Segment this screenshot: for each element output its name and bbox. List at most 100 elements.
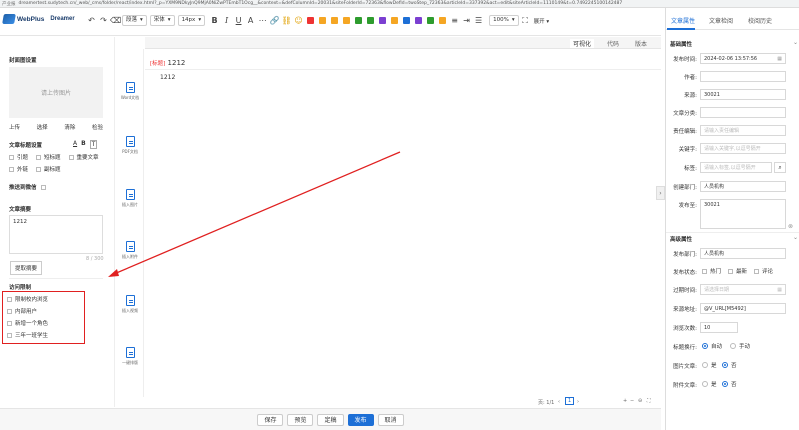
attach-yes[interactable]: 是 xyxy=(702,380,717,388)
radio[interactable] xyxy=(730,343,736,349)
chevron-right-icon[interactable]: › xyxy=(577,399,579,405)
publish-to-input[interactable]: 30021 xyxy=(700,199,786,229)
search-button[interactable]: ⌕ xyxy=(774,162,786,173)
dept-input[interactable]: 人员机构 xyxy=(700,181,786,192)
zoom-minus-icon[interactable]: − xyxy=(630,398,634,404)
emoji-icon[interactable]: ☺ xyxy=(293,16,304,25)
cover-upload-button[interactable]: 上传 xyxy=(9,123,20,131)
option-lead-title[interactable]: 引题 xyxy=(9,153,28,161)
pdf-doc-tool[interactable]: PDF文档 xyxy=(116,136,144,155)
font-color-icon[interactable]: A xyxy=(73,140,77,149)
unlink-icon[interactable]: ⛓ xyxy=(281,16,292,25)
cover-upload-area[interactable]: 请上传图片 xyxy=(9,67,103,118)
checkbox[interactable] xyxy=(36,166,42,172)
option-short-title[interactable]: 短标题 xyxy=(36,153,61,161)
category-input[interactable] xyxy=(700,107,786,118)
fullscreen-icon[interactable]: ⛶ xyxy=(520,16,531,26)
auto-layout-tool[interactable]: 一键排版 xyxy=(116,347,144,366)
table-icon[interactable] xyxy=(355,17,363,24)
tab-article-properties[interactable]: 文章属性 xyxy=(671,16,695,25)
pub-dept-input[interactable]: 人员机构 xyxy=(700,248,786,259)
underline-icon[interactable]: U xyxy=(233,16,244,25)
italic-icon[interactable]: I xyxy=(221,16,232,25)
indent-icon[interactable]: ⇥ xyxy=(461,16,472,25)
word-doc-tool[interactable]: Word文档 xyxy=(116,82,144,101)
status-comment[interactable]: 评论 xyxy=(754,267,773,275)
insert-image-tool[interactable]: 插入图片 xyxy=(116,189,144,208)
chart-icon[interactable] xyxy=(403,17,411,24)
keywords-input[interactable]: 请输入关键字,以逗号隔开 xyxy=(700,143,786,154)
insert-attachment-tool[interactable]: 插入附件 xyxy=(116,241,144,260)
push-wechat-checkbox[interactable] xyxy=(40,184,46,190)
radio[interactable] xyxy=(702,343,708,349)
responsible-editor-input[interactable]: 请输入责任编辑 xyxy=(700,125,786,136)
tab-code[interactable]: 代码 xyxy=(607,39,619,48)
tags-input[interactable]: 请输入标签,以逗号隔开 xyxy=(700,162,772,173)
address-url[interactable]: dreamertest.sudytech.cn/_web/_cms/folder… xyxy=(19,1,623,6)
tab-article-review[interactable]: 文章检阅 xyxy=(709,16,733,25)
panel-collapse-handle[interactable]: › xyxy=(656,186,665,200)
status-hot[interactable]: 热门 xyxy=(702,267,721,275)
cover-clear-button[interactable]: 清除 xyxy=(64,123,75,131)
undo-icon[interactable]: ↶ xyxy=(86,16,97,25)
fullscreen-icon[interactable]: ⛶ xyxy=(647,398,651,404)
cancel-button[interactable]: 取消 xyxy=(377,413,404,426)
template-icon[interactable] xyxy=(415,17,423,24)
zoom-select[interactable]: 100% ▾ xyxy=(489,15,519,26)
publish-time-input[interactable]: 2024-02-06 13:57:56 ▦ xyxy=(700,53,786,64)
page-break-icon[interactable] xyxy=(427,17,435,24)
audio-icon[interactable] xyxy=(331,17,339,24)
checkbox[interactable] xyxy=(68,154,74,160)
chevron-down-icon[interactable]: ⌄ xyxy=(793,234,798,241)
attachment-icon[interactable] xyxy=(343,17,351,24)
checkbox[interactable] xyxy=(9,154,14,160)
radio[interactable] xyxy=(702,381,708,387)
checkbox[interactable] xyxy=(754,268,759,274)
article-title[interactable]: [标题] 1212 xyxy=(150,59,185,67)
preview-button[interactable]: 预览 xyxy=(287,413,314,426)
clear-format-icon[interactable]: ⌫ xyxy=(110,16,121,25)
radio[interactable] xyxy=(722,362,728,368)
list-icon[interactable]: ☰ xyxy=(473,16,484,25)
chevron-left-icon[interactable]: ‹ xyxy=(558,399,560,405)
font-size-select[interactable]: 14px ▾ xyxy=(177,15,206,26)
status-latest[interactable]: 最新 xyxy=(728,267,747,275)
checkbox[interactable] xyxy=(36,154,42,160)
wrap-manual[interactable]: 手动 xyxy=(730,342,750,350)
option-external-link[interactable]: 外链 xyxy=(9,165,28,173)
radio[interactable] xyxy=(722,381,728,387)
option-important[interactable]: 重要文章 xyxy=(68,153,99,161)
finalize-button[interactable]: 定稿 xyxy=(317,413,344,426)
tab-version[interactable]: 版本 xyxy=(635,39,647,48)
zoom-out-icon[interactable]: + xyxy=(623,398,627,404)
insert-video-tool[interactable]: 插入视频 xyxy=(116,295,144,314)
video-icon[interactable] xyxy=(319,17,327,24)
editor-canvas[interactable]: [标题] 1212 1212 xyxy=(145,49,661,397)
expire-date-input[interactable]: 请选择日期 ▦ xyxy=(700,284,786,295)
option-subtitle[interactable]: 副标题 xyxy=(36,165,61,173)
cover-select-button[interactable]: 选择 xyxy=(37,123,48,131)
image-no[interactable]: 否 xyxy=(722,361,737,369)
publish-button[interactable]: 发布 xyxy=(347,413,374,426)
address-bar[interactable]: 产业报 dreamertest.sudytech.cn/_web/_cms/fo… xyxy=(0,0,799,8)
tab-visual[interactable]: 可视化 xyxy=(570,39,595,48)
attach-no[interactable]: 否 xyxy=(722,380,737,388)
page-number[interactable]: 1 xyxy=(565,397,575,405)
chevron-down-icon[interactable]: ⌄ xyxy=(793,39,798,46)
zoom-reset-icon[interactable]: ⊖ xyxy=(638,398,642,404)
save-button[interactable]: 保存 xyxy=(257,413,284,426)
font-color-icon[interactable]: A xyxy=(245,16,256,25)
author-input[interactable] xyxy=(700,71,786,82)
font-select[interactable]: 宋体 ▾ xyxy=(149,15,175,26)
extract-summary-button[interactable]: 提取摘要 xyxy=(10,261,43,275)
views-input[interactable]: 10 xyxy=(700,322,738,333)
tab-review-history[interactable]: 校阅历史 xyxy=(748,16,772,25)
link-icon[interactable]: 🔗 xyxy=(269,16,280,25)
paragraph-select[interactable]: 段落 ▾ xyxy=(122,15,147,26)
article-body[interactable]: 1212 xyxy=(160,74,175,81)
more-format-icon[interactable]: ⋯ xyxy=(257,16,268,25)
summary-textarea[interactable]: 1212 xyxy=(9,215,103,254)
quote-icon[interactable] xyxy=(439,17,447,24)
wrap-auto[interactable]: 自动 xyxy=(702,342,722,350)
text-style-icon[interactable]: T xyxy=(89,140,98,149)
